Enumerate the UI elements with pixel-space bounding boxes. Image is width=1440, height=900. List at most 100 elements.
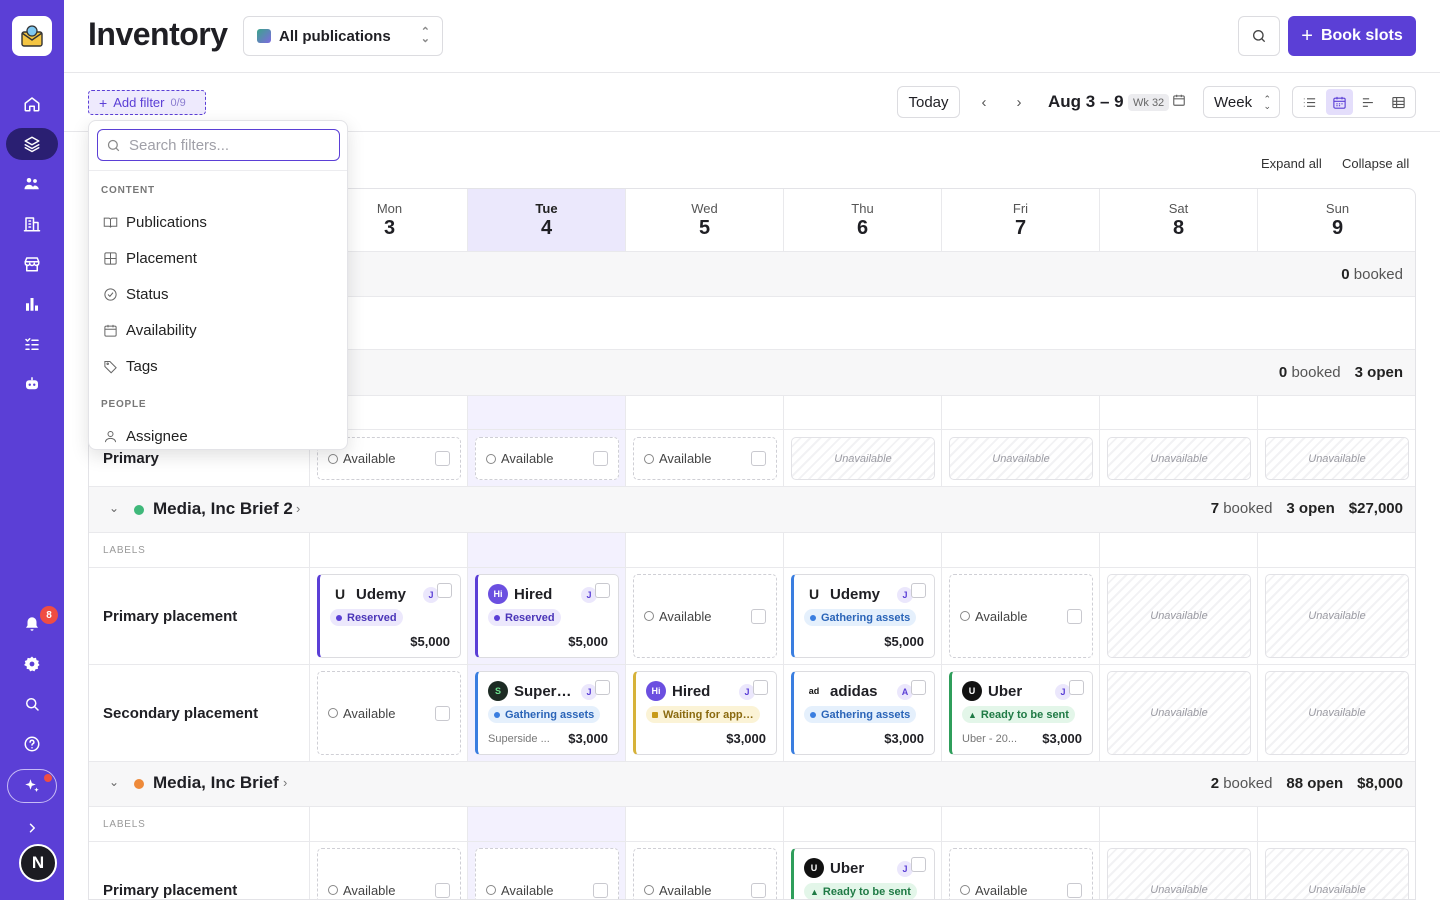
available-slot[interactable]: Available (633, 574, 777, 658)
booking-card[interactable]: U Uber J ▲ Ready to be sent Uber - 20... $3… (949, 671, 1093, 755)
chevron-right-icon[interactable]: › (283, 775, 287, 790)
book-slots-button[interactable]: + Book slots (1288, 16, 1416, 56)
select-checkbox[interactable] (911, 680, 926, 695)
filter-option-tags[interactable]: Tags (97, 351, 341, 381)
filter-option-placement[interactable]: Placement (97, 243, 341, 273)
collapse-all-button[interactable]: Collapse all (1342, 156, 1409, 171)
audience-icon[interactable] (12, 168, 52, 200)
app-logo[interactable] (12, 16, 52, 56)
today-column (467, 396, 625, 429)
filter-option-publications[interactable]: Publications (97, 207, 341, 237)
filter-option-assignee[interactable]: Assignee (97, 421, 341, 449)
select-checkbox[interactable] (435, 705, 450, 721)
column-divider (941, 430, 942, 486)
booked-count: 2 (1210, 775, 1220, 792)
select-checkbox[interactable] (1067, 882, 1082, 898)
expand-all-button[interactable]: Expand all (1261, 156, 1322, 171)
select-checkbox[interactable] (1067, 608, 1082, 624)
available-slot[interactable]: Available (475, 848, 619, 899)
bot-icon[interactable] (12, 368, 52, 400)
booking-card[interactable]: Hi Hired J Reserved $5,000 (475, 574, 619, 658)
select-checkbox[interactable] (435, 451, 450, 466)
select-checkbox[interactable] (593, 451, 608, 466)
list-view-icon[interactable] (1296, 89, 1324, 115)
booking-card[interactable]: U Uber J ▲ Ready to be sent (791, 848, 935, 899)
advertiser-name: Hired (672, 682, 711, 700)
view-mode-select[interactable]: Week ⌃ ⌄ (1203, 86, 1280, 118)
superside-logo-icon: S (488, 681, 508, 701)
group-name[interactable]: Media, Inc Brief (153, 773, 279, 793)
select-checkbox[interactable] (753, 680, 768, 695)
booking-card[interactable]: S Super… J Gathering assets Superside ...… (475, 671, 619, 755)
select-checkbox[interactable] (911, 857, 926, 872)
booking-card[interactable]: U Udemy J Gathering assets $5,000 (791, 574, 935, 658)
available-slot[interactable]: Available (317, 848, 461, 899)
chevron-down-icon[interactable]: ⌄ (109, 775, 119, 789)
store-icon[interactable] (12, 248, 52, 280)
booking-card[interactable]: Hi Hired J Waiting for app… $3,000 (633, 671, 777, 755)
available-slot[interactable]: Available (949, 574, 1093, 658)
price: $5,000 (410, 634, 450, 649)
column-divider (1257, 842, 1258, 899)
date-range[interactable]: Aug 3 – 9 (1048, 92, 1124, 112)
table-view-icon[interactable] (1385, 89, 1413, 115)
add-filter-label: Add filter (113, 95, 165, 110)
status-badge: Reserved (488, 609, 561, 626)
available-slot[interactable]: Available (475, 437, 619, 480)
filter-search-input[interactable] (129, 136, 329, 154)
select-checkbox[interactable] (595, 583, 610, 598)
filter-search-box[interactable] (97, 129, 340, 161)
avatar[interactable]: N (19, 844, 57, 882)
gear-icon[interactable] (12, 648, 52, 680)
chevron-right-icon[interactable]: › (296, 501, 300, 516)
calendar-icon[interactable] (1172, 93, 1186, 107)
ai-assistant-button[interactable] (7, 769, 57, 803)
buildings-icon[interactable] (12, 208, 52, 240)
column-divider (625, 807, 626, 841)
available-slot[interactable]: Available (633, 848, 777, 899)
select-checkbox[interactable] (751, 451, 766, 466)
tasks-icon[interactable] (12, 328, 52, 360)
booking-card[interactable]: ad adidas A Gathering assets $3,000 (791, 671, 935, 755)
select-checkbox[interactable] (595, 680, 610, 695)
select-checkbox[interactable] (593, 882, 608, 898)
timeline-view-icon[interactable] (1355, 89, 1383, 115)
status-text: Gathering assets (505, 708, 595, 721)
calendar-view-icon[interactable] (1325, 89, 1353, 115)
available-slot[interactable]: Available (317, 671, 461, 755)
group-header[interactable]: ⌄ Media, Inc Brief 2 › 7 booked 3 open $27… (89, 487, 1415, 533)
search-button[interactable] (1238, 16, 1280, 56)
home-icon[interactable] (12, 88, 52, 120)
available-slot[interactable]: Available (949, 848, 1093, 899)
chart-icon[interactable] (12, 288, 52, 320)
plus-icon: + (99, 94, 108, 111)
expand-sidebar-icon[interactable] (12, 812, 52, 844)
select-checkbox[interactable] (751, 608, 766, 624)
chevron-down-icon[interactable]: ⌄ (109, 501, 119, 515)
column-divider (783, 396, 784, 429)
add-filter-button[interactable]: + Add filter 0/9 (88, 90, 206, 115)
layers-icon[interactable] (6, 128, 58, 160)
available-slot[interactable]: Available (633, 437, 777, 480)
price: $3,000 (726, 731, 766, 746)
booking-card[interactable]: U Udemy J Reserved $5,000 (317, 574, 461, 658)
publication-select[interactable]: All publications ⌃ ⌄ (243, 16, 443, 56)
prev-week-icon[interactable]: ‹ (970, 86, 998, 118)
day-date: 5 (698, 216, 711, 239)
unavailable-slot: Unavailable (1265, 671, 1409, 755)
help-icon[interactable] (12, 728, 52, 760)
next-week-icon[interactable]: › (1005, 86, 1033, 118)
group-name[interactable]: Media, Inc Brief 2 (153, 499, 293, 519)
search-icon[interactable] (12, 688, 52, 720)
filter-option-availability[interactable]: Availability (97, 315, 341, 345)
column-divider (783, 568, 784, 664)
group-header[interactable]: ⌄ Media, Inc Brief › 2 booked 88 open $8,0… (89, 762, 1415, 807)
select-checkbox[interactable] (751, 882, 766, 898)
select-checkbox[interactable] (437, 583, 452, 598)
advertiser-name: Udemy (830, 585, 881, 603)
select-checkbox[interactable] (435, 882, 450, 898)
filter-option-status[interactable]: Status (97, 279, 341, 309)
select-checkbox[interactable] (911, 583, 926, 598)
today-button[interactable]: Today (897, 86, 960, 118)
select-checkbox[interactable] (1069, 680, 1084, 695)
